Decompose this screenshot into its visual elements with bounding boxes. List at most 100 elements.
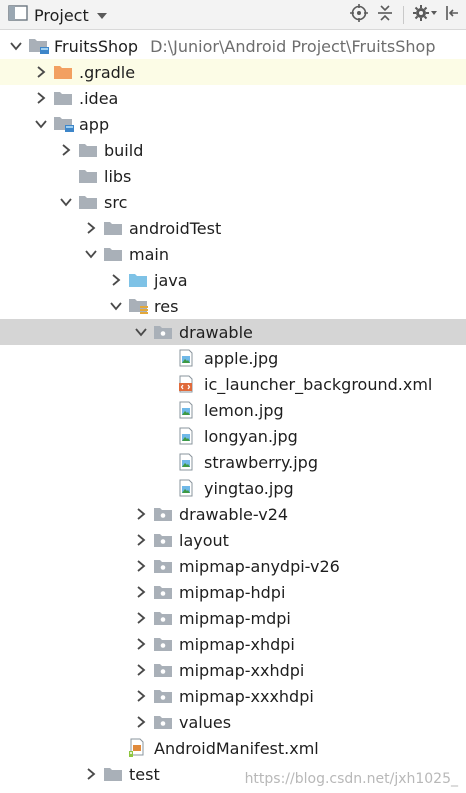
tree-item-label: mipmap-anydpi-v26 bbox=[179, 556, 340, 576]
tree-item-label: mipmap-xxhdpi bbox=[179, 660, 305, 680]
image-file-icon bbox=[178, 475, 204, 501]
tree-item-mipmap-anydpi-v26[interactable]: mipmap-anydpi-v26 bbox=[0, 553, 466, 579]
chevron-down-icon[interactable] bbox=[29, 111, 53, 137]
chevron-down-icon[interactable] bbox=[79, 241, 103, 267]
tree-item-label: .idea bbox=[79, 88, 119, 108]
chevron-down-icon[interactable] bbox=[104, 293, 128, 319]
project-view-title: Project bbox=[34, 5, 89, 25]
tree-item-drawable[interactable]: drawable bbox=[0, 319, 466, 345]
tree-item-res[interactable]: res bbox=[0, 293, 466, 319]
chevron-right-icon[interactable] bbox=[79, 761, 103, 787]
chevron-right-icon[interactable] bbox=[29, 85, 53, 111]
package-folder-icon bbox=[153, 631, 179, 657]
tree-item-main[interactable]: main bbox=[0, 241, 466, 267]
module-folder-icon bbox=[28, 33, 54, 59]
chevron-down-icon[interactable] bbox=[4, 33, 28, 59]
tree-item-lemon-jpg[interactable]: lemon.jpg bbox=[0, 397, 466, 423]
gear-icon[interactable] bbox=[412, 3, 438, 27]
tree-item-strawberry-jpg[interactable]: strawberry.jpg bbox=[0, 449, 466, 475]
tree-item-mipmap-xxhdpi[interactable]: mipmap-xxhdpi bbox=[0, 657, 466, 683]
chevron-right-icon[interactable] bbox=[129, 709, 153, 735]
tree-item-androidtest[interactable]: androidTest bbox=[0, 215, 466, 241]
chevron-right-icon[interactable] bbox=[104, 267, 128, 293]
tree-item-label: libs bbox=[104, 166, 132, 186]
tree-item-drawable-v24[interactable]: drawable-v24 bbox=[0, 501, 466, 527]
project-tree: FruitsShop D:\Junior\Android Project\Frui… bbox=[0, 33, 466, 787]
chevron-right-icon[interactable] bbox=[129, 683, 153, 709]
locate-icon[interactable] bbox=[349, 3, 369, 27]
tree-item-fruitsshop[interactable]: FruitsShop D:\Junior\Android Project\Frui… bbox=[0, 33, 466, 59]
dropdown-icon[interactable] bbox=[95, 6, 109, 25]
tree-item-label: strawberry.jpg bbox=[204, 452, 318, 472]
tree-item-libs[interactable]: libs bbox=[0, 163, 466, 189]
package-folder-icon bbox=[153, 657, 179, 683]
tree-item-label: longyan.jpg bbox=[204, 426, 298, 446]
tree-item-label: drawable bbox=[179, 322, 253, 342]
tree-item-label: mipmap-hdpi bbox=[179, 582, 286, 602]
tree-item-build[interactable]: build bbox=[0, 137, 466, 163]
xml-file-icon bbox=[178, 371, 204, 397]
tree-item-label: mipmap-mdpi bbox=[179, 608, 291, 628]
collapse-all-icon[interactable] bbox=[375, 3, 395, 27]
tree-item-mipmap-hdpi[interactable]: mipmap-hdpi bbox=[0, 579, 466, 605]
tree-item-label: apple.jpg bbox=[204, 348, 279, 368]
tree-item-label: values bbox=[179, 712, 232, 732]
hide-icon[interactable] bbox=[444, 3, 460, 27]
chevron-right-icon[interactable] bbox=[79, 215, 103, 241]
tree-item-label: res bbox=[154, 296, 179, 316]
chevron-down-icon[interactable] bbox=[54, 189, 78, 215]
project-view-selector[interactable]: Project bbox=[8, 4, 109, 26]
tree-item-longyan-jpg[interactable]: longyan.jpg bbox=[0, 423, 466, 449]
package-folder-icon bbox=[153, 605, 179, 631]
folder-icon bbox=[78, 189, 104, 215]
tree-item-label: layout bbox=[179, 530, 229, 550]
tree-item-label: lemon.jpg bbox=[204, 400, 284, 420]
chevron-right-icon[interactable] bbox=[29, 59, 53, 85]
tree-item-src[interactable]: src bbox=[0, 189, 466, 215]
tree-item-layout[interactable]: layout bbox=[0, 527, 466, 553]
tree-item-androidmanifest-xml[interactable]: AndroidManifest.xml bbox=[0, 735, 466, 761]
excluded-folder-icon bbox=[53, 59, 79, 85]
folder-icon bbox=[53, 85, 79, 111]
tree-item-mipmap-xhdpi[interactable]: mipmap-xhdpi bbox=[0, 631, 466, 657]
tree-item-java[interactable]: java bbox=[0, 267, 466, 293]
tree-item-app[interactable]: app bbox=[0, 111, 466, 137]
tree-item-mipmap-mdpi[interactable]: mipmap-mdpi bbox=[0, 605, 466, 631]
watermark: https://blog.csdn.net/jxh1025_ bbox=[244, 771, 458, 787]
tree-item-label: build bbox=[104, 140, 144, 160]
folder-icon bbox=[103, 241, 129, 267]
tree-item-label: .gradle bbox=[79, 62, 136, 82]
tree-item-values[interactable]: values bbox=[0, 709, 466, 735]
image-file-icon bbox=[178, 397, 204, 423]
image-file-icon bbox=[178, 345, 204, 371]
chevron-right-icon[interactable] bbox=[129, 657, 153, 683]
toolbar-separator bbox=[403, 6, 404, 24]
chevron-right-icon[interactable] bbox=[129, 527, 153, 553]
chevron-down-icon[interactable] bbox=[129, 319, 153, 345]
chevron-right-icon[interactable] bbox=[129, 501, 153, 527]
tree-item-label: mipmap-xxxhdpi bbox=[179, 686, 314, 706]
package-folder-icon bbox=[153, 319, 179, 345]
chevron-right-icon[interactable] bbox=[54, 137, 78, 163]
tree-item-idea[interactable]: .idea bbox=[0, 85, 466, 111]
tree-item-gradle[interactable]: .gradle bbox=[0, 59, 466, 85]
tree-item-label: test bbox=[129, 764, 160, 784]
tree-item-label: drawable-v24 bbox=[179, 504, 289, 524]
tree-item-label: FruitsShop bbox=[54, 36, 139, 56]
chevron-right-icon[interactable] bbox=[129, 553, 153, 579]
tree-item-mipmap-xxxhdpi[interactable]: mipmap-xxxhdpi bbox=[0, 683, 466, 709]
tree-item-label: mipmap-xhdpi bbox=[179, 634, 295, 654]
chevron-right-icon[interactable] bbox=[129, 579, 153, 605]
tree-item-yingtao-jpg[interactable]: yingtao.jpg bbox=[0, 475, 466, 501]
chevron-right-icon[interactable] bbox=[129, 631, 153, 657]
tree-item-apple-jpg[interactable]: apple.jpg bbox=[0, 345, 466, 371]
folder-icon bbox=[103, 761, 129, 787]
package-folder-icon bbox=[153, 579, 179, 605]
package-folder-icon bbox=[153, 553, 179, 579]
tree-item-ic-launcher-background-xml[interactable]: ic_launcher_background.xml bbox=[0, 371, 466, 397]
package-folder-icon bbox=[153, 709, 179, 735]
chevron-right-icon[interactable] bbox=[129, 605, 153, 631]
